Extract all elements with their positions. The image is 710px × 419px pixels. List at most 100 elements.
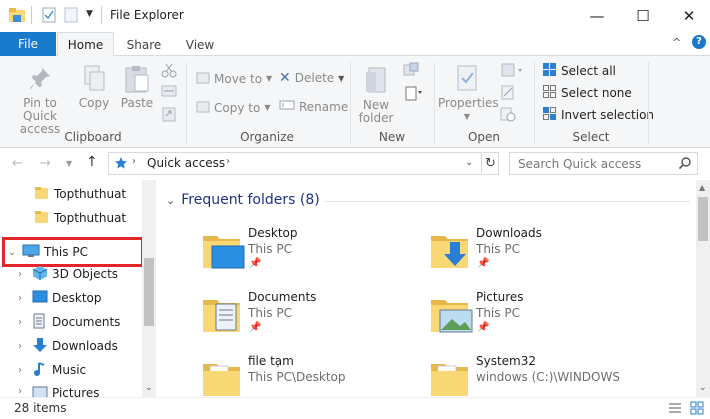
chevron-right-icon[interactable]: ›	[14, 269, 26, 280]
close-button[interactable]: ✕	[666, 0, 710, 32]
chevron-right-icon[interactable]: ›	[14, 365, 26, 376]
nav-item-topthuthuat[interactable]: Topthuthuat	[0, 182, 126, 206]
section-title: Frequent folders (8)	[181, 192, 320, 208]
invert-selection-button[interactable]: Invert selection	[542, 106, 654, 124]
cut-icon[interactable]	[161, 62, 177, 81]
folder-tile-desktop[interactable]: Desktop This PC 📌	[200, 226, 420, 274]
tab-home[interactable]: Home	[57, 32, 114, 57]
nav-item-label: 3D Objects	[52, 267, 119, 281]
recent-locations-icon[interactable]: ▼	[66, 159, 72, 168]
rename-button[interactable]: Rename	[279, 99, 348, 114]
frequent-folders-header[interactable]: ⌄ Frequent folders (8)	[166, 192, 320, 208]
folder-name: System32	[476, 354, 537, 368]
select-all-icon	[542, 62, 557, 80]
folder-tile-file-tam[interactable]: file tạm This PC\Desktop	[200, 354, 420, 397]
search-input[interactable]: Search Quick access	[509, 152, 698, 175]
nav-item-documents[interactable]: › Documents	[0, 310, 120, 334]
customize-quick-access-icon[interactable]: ▼	[86, 9, 93, 19]
move-to-label: Move to	[214, 71, 263, 86]
copy-icon	[78, 64, 110, 97]
new-item-icon[interactable]	[402, 62, 424, 81]
folder-tile-downloads[interactable]: Downloads This PC 📌	[428, 226, 668, 274]
new-folder-quick-icon[interactable]	[64, 7, 80, 23]
folder-tile-pictures[interactable]: Pictures This PC 📌	[428, 290, 668, 338]
maximize-button[interactable]: ☐	[620, 0, 666, 32]
details-view-icon[interactable]	[668, 402, 682, 417]
document-icon	[32, 313, 46, 332]
address-path[interactable]: Quick access	[147, 156, 225, 170]
chevron-right-icon[interactable]: ›	[14, 317, 26, 328]
forward-arrow-icon[interactable]: →	[40, 156, 51, 171]
copy-button[interactable]: Copy	[78, 64, 110, 110]
folder-app-icon[interactable]	[8, 7, 25, 23]
nav-item-label: Topthuthuat	[54, 187, 127, 201]
folder-tile-system32[interactable]: System32 windows (C:)\WINDOWS	[428, 354, 668, 397]
organize-group-label: Organize	[240, 130, 294, 144]
copy-path-icon[interactable]	[161, 84, 177, 101]
refresh-icon[interactable]: ↻	[483, 152, 499, 175]
music-icon	[32, 361, 48, 380]
content-scroll-down-icon[interactable]: ⌄	[699, 383, 707, 393]
select-none-label: Select none	[561, 86, 632, 100]
nav-item-music[interactable]: › Music	[0, 358, 86, 382]
chevron-right-icon[interactable]: ›	[14, 386, 26, 397]
open-icon[interactable]	[500, 62, 526, 81]
desktop-icon	[32, 290, 48, 307]
properties-quick-icon[interactable]	[42, 7, 58, 23]
easy-access-icon[interactable]	[404, 84, 426, 105]
new-group-label: New	[378, 130, 406, 144]
new-folder-button[interactable]: New folder	[354, 64, 398, 125]
new-folder-label: New folder	[358, 98, 394, 125]
history-icon[interactable]	[500, 106, 516, 125]
select-none-button[interactable]: Select none	[542, 84, 632, 102]
select-group-label: Select	[572, 130, 610, 144]
chevron-right-icon[interactable]: ›	[14, 293, 26, 304]
minimize-icon: —	[589, 7, 605, 25]
invert-selection-icon	[542, 106, 557, 124]
folder-location: This PC	[248, 306, 292, 320]
move-to-button[interactable]: Move to ▼	[196, 70, 272, 87]
paste-button[interactable]: Paste	[120, 64, 154, 110]
edit-icon[interactable]	[500, 84, 516, 103]
copy-to-button[interactable]: Copy to ▼	[196, 99, 270, 116]
tab-view[interactable]: View	[176, 32, 224, 57]
content-scrollbar-thumb[interactable]	[698, 197, 708, 241]
pin-icon[interactable]: 📌	[477, 258, 489, 269]
folder-location: This PC	[476, 242, 520, 256]
address-dropdown-icon[interactable]: ⌄	[465, 157, 473, 168]
delete-label: Delete	[294, 71, 335, 85]
chevron-right-icon[interactable]: ›	[14, 341, 26, 352]
nav-item-pictures[interactable]: › Pictures	[0, 382, 100, 397]
back-arrow-icon[interactable]: ←	[12, 156, 23, 171]
select-none-icon	[542, 84, 557, 102]
nav-item-label: Music	[52, 363, 87, 377]
tab-share[interactable]: Share	[118, 32, 170, 57]
properties-button[interactable]: Properties ▼	[438, 64, 499, 123]
pin-icon[interactable]: 📌	[477, 322, 489, 333]
minimize-button[interactable]: —	[574, 0, 620, 32]
search-icon[interactable]	[678, 156, 692, 173]
select-all-button[interactable]: Select all	[542, 62, 616, 80]
nav-item-desktop[interactable]: › Desktop	[0, 286, 102, 310]
folder-location: This PC	[248, 242, 292, 256]
nav-scroll-down-icon[interactable]: ⌄	[145, 383, 153, 393]
paste-shortcut-icon[interactable]	[161, 106, 177, 125]
nav-item-downloads[interactable]: › Downloads	[0, 334, 118, 358]
tab-file[interactable]: File	[0, 32, 56, 56]
address-bar[interactable]: › Quick access › ⌄	[108, 152, 482, 175]
large-icons-view-icon[interactable]	[690, 401, 704, 418]
up-arrow-icon[interactable]: ↑	[86, 154, 98, 170]
folder-tile-documents[interactable]: Documents This PC 📌	[200, 290, 420, 338]
pin-icon[interactable]: 📌	[249, 258, 261, 269]
collapse-ribbon-icon[interactable]: ^	[672, 36, 681, 49]
help-icon[interactable]: ?	[692, 35, 706, 49]
pin-to-quick-access-button[interactable]: Pin to Quick access	[6, 66, 74, 136]
nav-scrollbar-thumb[interactable]	[144, 258, 154, 326]
nav-item-topthuthuat[interactable]: Topthuthuat	[0, 206, 126, 230]
pin-icon[interactable]: 📌	[249, 322, 261, 333]
section-divider	[324, 201, 690, 202]
delete-button[interactable]: ✕ Delete ▼	[279, 70, 344, 86]
copy-label: Copy	[78, 96, 110, 110]
nav-item-3d-objects[interactable]: › 3D Objects	[0, 262, 118, 286]
content-scroll-up-icon[interactable]: ▲	[699, 183, 705, 192]
